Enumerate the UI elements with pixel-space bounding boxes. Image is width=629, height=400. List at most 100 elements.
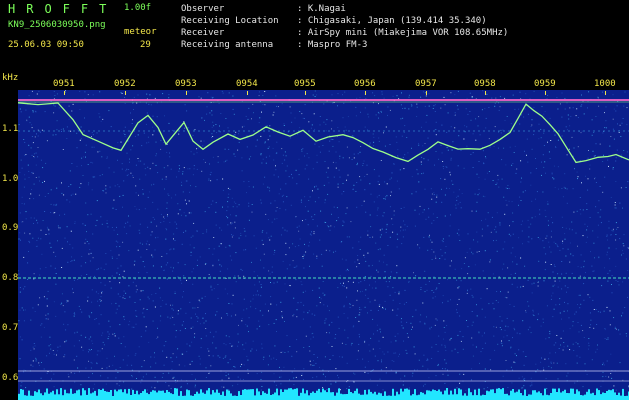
- noise-speck: [506, 188, 508, 189]
- noise-speck: [468, 266, 470, 268]
- noise-speck: [81, 157, 83, 159]
- noise-speck: [540, 137, 542, 139]
- baseline-bar: [160, 390, 162, 400]
- noise-speck: [466, 251, 468, 253]
- noise-speck: [364, 340, 366, 342]
- noise-speck: [569, 107, 571, 109]
- noise-speck: [373, 201, 375, 203]
- baseline-bar: [502, 388, 504, 400]
- info-row-antenna: Receiving antenna: Maspro FM-3: [181, 40, 367, 50]
- noise-speck: [258, 320, 260, 322]
- noise-speck: [272, 147, 274, 149]
- noise-speck: [175, 336, 177, 338]
- meteor-count: 29: [140, 40, 151, 50]
- noise-speck: [90, 213, 92, 215]
- noise-speck: [196, 168, 198, 170]
- noise-speck: [326, 332, 328, 334]
- noise-speck: [415, 309, 417, 311]
- noise-speck: [364, 189, 366, 191]
- noise-speck: [238, 237, 240, 239]
- noise-speck: [302, 117, 304, 119]
- noise-speck: [578, 346, 580, 348]
- noise-speck: [54, 95, 56, 96]
- noise-speck: [310, 364, 312, 366]
- noise-speck: [382, 351, 384, 353]
- noise-speck: [232, 206, 234, 208]
- noise-speck: [478, 116, 480, 118]
- noise-speck: [522, 285, 524, 287]
- noise-speck: [573, 211, 575, 213]
- noise-speck: [427, 359, 429, 361]
- noise-speck: [346, 296, 347, 298]
- noise-speck: [292, 177, 294, 179]
- noise-speck: [475, 346, 477, 348]
- noise-speck: [111, 303, 113, 305]
- noise-speck: [24, 286, 26, 288]
- noise-speck: [478, 161, 480, 162]
- noise-speck: [19, 291, 21, 293]
- noise-speck: [479, 134, 481, 136]
- noise-speck: [107, 331, 109, 333]
- noise-speck: [369, 284, 370, 286]
- noise-speck: [457, 287, 459, 289]
- baseline-bar: [338, 388, 340, 400]
- noise-speck: [416, 106, 418, 108]
- noise-speck: [374, 355, 376, 357]
- baseline-bar: [300, 392, 302, 400]
- noise-speck: [602, 364, 604, 366]
- noise-speck: [312, 190, 313, 192]
- noise-speck: [124, 135, 126, 137]
- noise-speck: [478, 251, 480, 252]
- baseline-bar: [130, 395, 132, 400]
- baseline-bar: [104, 391, 106, 400]
- baseline-bar: [326, 392, 328, 400]
- noise-speck: [57, 346, 59, 348]
- noise-speck: [186, 383, 188, 385]
- noise-speck: [368, 344, 370, 346]
- baseline-bar: [120, 389, 122, 400]
- noise-speck: [360, 309, 362, 311]
- noise-speck: [275, 319, 277, 321]
- baseline-bar: [102, 388, 104, 400]
- noise-speck: [580, 303, 582, 305]
- noise-speck: [599, 143, 601, 145]
- baseline-bar: [46, 388, 48, 400]
- noise-speck: [193, 165, 195, 167]
- noise-speck: [109, 326, 111, 328]
- noise-speck: [623, 245, 625, 247]
- noise-speck: [215, 347, 217, 349]
- noise-speck: [376, 324, 378, 326]
- noise-speck: [215, 211, 217, 213]
- noise-speck: [414, 369, 416, 371]
- noise-speck: [112, 333, 114, 335]
- noise-speck: [589, 327, 591, 328]
- noise-speck: [543, 129, 545, 130]
- noise-speck: [122, 194, 124, 196]
- noise-speck: [235, 202, 237, 204]
- noise-speck: [240, 365, 241, 367]
- noise-speck: [467, 273, 469, 275]
- noise-speck: [471, 337, 473, 339]
- noise-speck: [420, 96, 422, 98]
- noise-speck: [311, 313, 313, 315]
- noise-speck: [201, 117, 203, 119]
- noise-speck: [222, 92, 224, 94]
- x-tick-mark: [305, 91, 306, 95]
- baseline-bar: [610, 390, 612, 400]
- noise-speck: [55, 273, 57, 274]
- noise-speck: [511, 283, 513, 285]
- noise-speck: [118, 385, 120, 387]
- baseline-bar: [460, 389, 462, 400]
- noise-speck: [303, 254, 305, 256]
- noise-speck: [581, 182, 582, 184]
- noise-speck: [59, 214, 60, 216]
- noise-speck: [385, 281, 387, 283]
- noise-speck: [351, 342, 353, 344]
- noise-speck: [330, 383, 332, 385]
- noise-speck: [296, 265, 298, 267]
- noise-speck: [566, 202, 568, 204]
- noise-speck: [124, 134, 126, 135]
- noise-speck: [518, 377, 520, 379]
- noise-speck: [360, 111, 361, 113]
- noise-speck: [309, 326, 311, 328]
